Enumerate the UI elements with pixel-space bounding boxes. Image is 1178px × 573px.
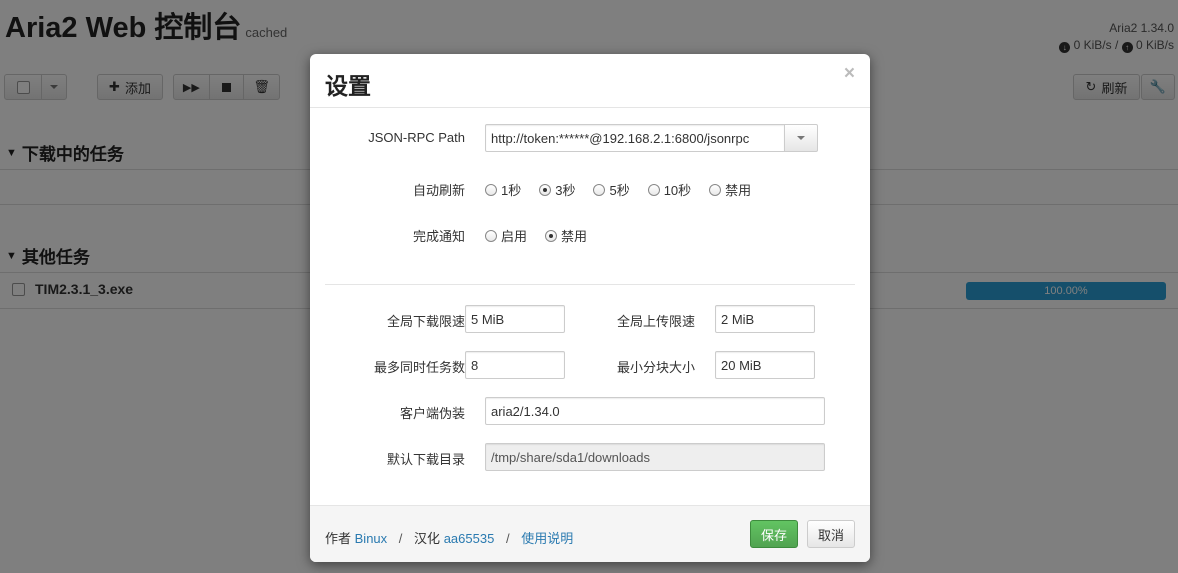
option-label: 10秒 bbox=[663, 183, 692, 198]
translator-prefix: 汉化 bbox=[414, 531, 441, 546]
notify-option-enable[interactable]: 启用 bbox=[485, 226, 527, 245]
default-dir-label: 默认下载目录 bbox=[386, 452, 465, 467]
max-concurrent-label: 最多同时任务数 bbox=[373, 360, 465, 375]
auto-refresh-option-disabled[interactable]: 禁用 bbox=[709, 180, 751, 199]
settings-dialog: 设置 × JSON-RPC Path 自动刷新 1秒 3秒 5秒 10秒 禁用 … bbox=[310, 54, 870, 562]
default-dir-input bbox=[485, 443, 825, 471]
auto-refresh-label: 自动刷新 bbox=[412, 183, 465, 198]
radio-button[interactable] bbox=[593, 183, 606, 196]
auto-refresh-option-10s[interactable]: 10秒 bbox=[647, 180, 692, 199]
rpc-path-dropdown-button[interactable] bbox=[784, 124, 818, 152]
global-download-limit-label: 全局下载限速 bbox=[386, 314, 465, 329]
option-label: 启用 bbox=[501, 229, 528, 244]
auto-refresh-radio-group: 1秒 3秒 5秒 10秒 禁用 bbox=[485, 180, 765, 199]
dialog-header: 设置 × bbox=[310, 54, 870, 108]
rpc-path-combo bbox=[485, 124, 818, 152]
min-split-size-label: 最小分块大小 bbox=[616, 360, 695, 375]
chevron-down-icon bbox=[797, 136, 805, 140]
credits: 作者 Binux / 汉化 aa65535 / 使用说明 bbox=[325, 528, 573, 547]
notify-option-disable[interactable]: 禁用 bbox=[545, 226, 587, 245]
option-label: 3秒 bbox=[555, 183, 576, 198]
radio-button[interactable] bbox=[539, 183, 552, 196]
author-link[interactable]: Binux bbox=[355, 531, 388, 546]
rpc-path-label: JSON-RPC Path bbox=[368, 130, 465, 145]
radio-button[interactable] bbox=[485, 229, 497, 242]
separator: / bbox=[505, 531, 510, 546]
option-label: 1秒 bbox=[501, 183, 522, 198]
dialog-title: 设置 bbox=[325, 73, 371, 99]
separator: / bbox=[398, 531, 403, 546]
auto-refresh-option-5s[interactable]: 5秒 bbox=[593, 180, 630, 199]
radio-button[interactable] bbox=[545, 229, 558, 242]
cancel-button[interactable]: 取消 bbox=[807, 520, 855, 548]
max-concurrent-input[interactable] bbox=[465, 351, 565, 379]
rpc-path-input[interactable] bbox=[485, 124, 785, 152]
option-label: 5秒 bbox=[609, 183, 630, 198]
manual-link[interactable]: 使用说明 bbox=[521, 531, 573, 546]
notify-radio-group: 启用 禁用 bbox=[485, 226, 601, 245]
auto-refresh-option-3s[interactable]: 3秒 bbox=[539, 180, 575, 199]
auto-refresh-option-1s[interactable]: 1秒 bbox=[485, 180, 521, 199]
dialog-footer: 作者 Binux / 汉化 aa65535 / 使用说明 保存 取消 bbox=[310, 505, 870, 562]
divider bbox=[325, 284, 855, 285]
global-upload-limit-label: 全局上传限速 bbox=[616, 314, 695, 329]
option-label: 禁用 bbox=[725, 183, 752, 198]
close-icon[interactable]: × bbox=[844, 64, 855, 83]
radio-button[interactable] bbox=[647, 183, 660, 196]
user-agent-label: 客户端伪装 bbox=[399, 406, 465, 421]
radio-button[interactable] bbox=[709, 183, 722, 196]
author-prefix: 作者 bbox=[325, 531, 352, 546]
translator-link[interactable]: aa65535 bbox=[444, 531, 495, 546]
notify-label: 完成通知 bbox=[412, 229, 465, 244]
save-button[interactable]: 保存 bbox=[750, 520, 798, 548]
global-upload-limit-input[interactable] bbox=[715, 305, 815, 333]
user-agent-input[interactable] bbox=[485, 397, 825, 425]
global-download-limit-input[interactable] bbox=[465, 305, 565, 333]
radio-button[interactable] bbox=[485, 183, 497, 196]
option-label: 禁用 bbox=[561, 229, 588, 244]
min-split-size-input[interactable] bbox=[715, 351, 815, 379]
